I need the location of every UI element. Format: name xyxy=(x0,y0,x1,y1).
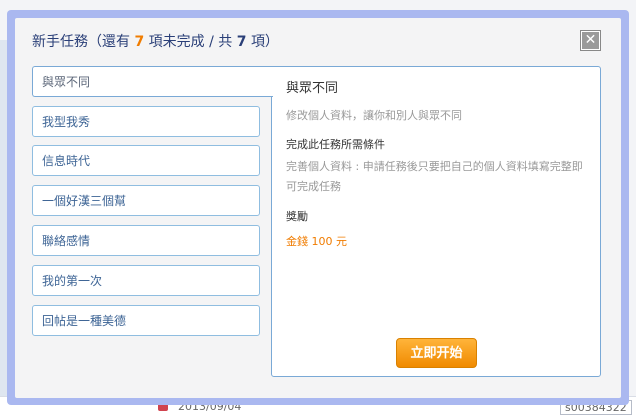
total-count: 7 xyxy=(236,34,247,50)
modal-title: 新手任務（還有 7 項未完成 / 共 7 項） xyxy=(32,34,279,50)
reward-heading: 獎勵 xyxy=(286,210,308,223)
task-detail-title: 與眾不同 xyxy=(286,81,339,96)
task-item-6[interactable]: 我的第一次 xyxy=(32,265,260,296)
remaining-count: 7 xyxy=(134,34,145,50)
task-item-4[interactable]: 一個好漢三個幫 xyxy=(32,185,260,216)
task-item-2[interactable]: 我型我秀 xyxy=(32,106,260,137)
task-description: 修改個人資料，讓你和別人與眾不同 xyxy=(286,109,462,122)
newbie-tasks-modal: 新手任務（還有 7 項未完成 / 共 7 項） ✕ 與眾不同 我型我秀 信息時代… xyxy=(15,18,621,398)
close-icon: ✕ xyxy=(584,32,597,48)
condition-text: 完善個人資料 : 申請任務後只要把自己的個人資料填寫完整即可完成任務 xyxy=(286,160,583,193)
close-button[interactable]: ✕ xyxy=(581,31,600,50)
reward-text: 金錢 100 元 xyxy=(286,235,347,248)
task-detail-panel: 與眾不同 修改個人資料，讓你和別人與眾不同 完成此任務所需條件 完善個人資料 :… xyxy=(271,66,601,377)
task-item-1[interactable]: 與眾不同 xyxy=(32,66,273,97)
task-item-7[interactable]: 回帖是一種美德 xyxy=(32,305,260,336)
start-task-button[interactable]: 立即开始 xyxy=(396,338,477,368)
condition-heading: 完成此任務所需條件 xyxy=(286,138,385,151)
task-item-5[interactable]: 聯絡感情 xyxy=(32,225,260,256)
task-item-3[interactable]: 信息時代 xyxy=(32,145,260,176)
